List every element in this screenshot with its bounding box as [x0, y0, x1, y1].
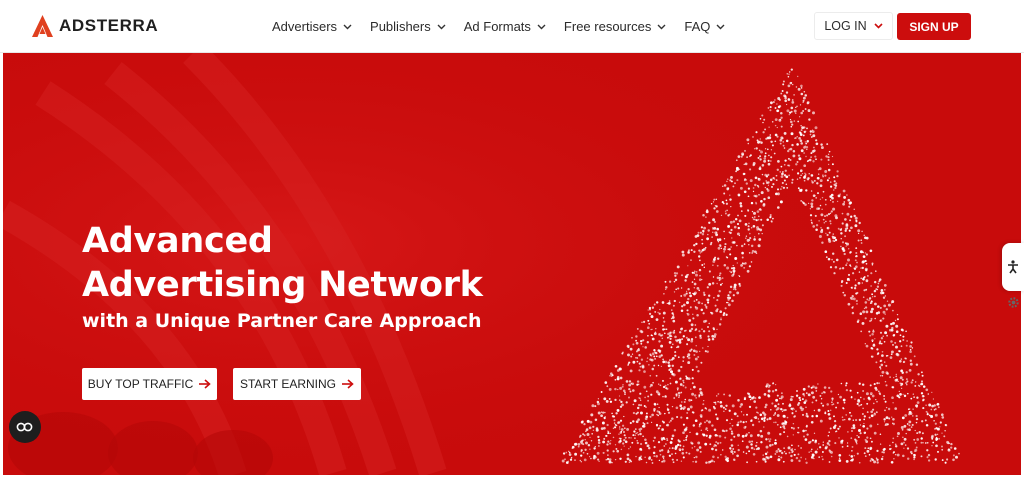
nav-item-free-resources[interactable]: Free resources	[564, 19, 666, 34]
signup-button[interactable]: SIGN UP	[897, 13, 971, 40]
top-navbar: ADSTERRA Advertisers Publishers Ad Forma…	[0, 0, 1024, 53]
accessibility-widget-tab[interactable]	[1002, 243, 1024, 291]
nav-item-label: Publishers	[370, 19, 431, 34]
brand-name: ADSTERRA	[59, 16, 159, 35]
adsterra-logo-icon	[32, 15, 53, 37]
chevron-down-icon	[716, 24, 725, 29]
brand-logo[interactable]: ADSTERRA	[32, 14, 158, 38]
arrow-right-icon	[342, 379, 354, 389]
buy-top-traffic-button[interactable]: BUY TOP TRAFFIC	[82, 368, 217, 400]
login-button[interactable]: LOG IN	[814, 12, 893, 40]
cookie-consent-icon	[16, 422, 33, 432]
hero-subtitle: with a Unique Partner Care Approach	[82, 310, 482, 332]
chevron-down-icon	[657, 24, 666, 29]
nav-item-label: FAQ	[684, 19, 711, 34]
login-label: LOG IN	[824, 19, 867, 33]
hero-title-line2: Advertising Network	[82, 265, 483, 305]
cookie-consent-button[interactable]	[9, 411, 41, 443]
nav-item-label: Free resources	[563, 19, 652, 34]
accessibility-icon	[1008, 260, 1018, 274]
chevron-down-icon	[437, 24, 446, 29]
nav-item-faq[interactable]: FAQ	[684, 19, 725, 34]
button-label: START EARNING	[239, 377, 337, 391]
chevron-down-icon	[343, 24, 352, 29]
hero-title-line1: Advanced	[82, 221, 273, 261]
hero-title: Advanced Advertising Network	[82, 219, 642, 307]
gear-icon[interactable]	[1007, 296, 1020, 309]
nav-item-publishers[interactable]: Publishers	[370, 19, 446, 34]
start-earning-button[interactable]: START EARNING	[233, 368, 361, 400]
hero-banner: Advanced Advertising Network with a Uniq…	[3, 53, 1021, 475]
nav-item-advertisers[interactable]: Advertisers	[272, 19, 352, 34]
button-label: BUY TOP TRAFFIC	[87, 377, 194, 391]
arrow-right-icon	[199, 379, 212, 389]
chevron-down-icon	[537, 24, 546, 29]
main-nav: Advertisers Publishers Ad Formats Free r…	[272, 0, 725, 53]
nav-item-label: Advertisers	[272, 19, 338, 34]
nav-item-ad-formats[interactable]: Ad Formats	[464, 19, 546, 34]
chevron-down-icon	[874, 23, 883, 29]
nav-item-label: Ad Formats	[463, 19, 531, 34]
